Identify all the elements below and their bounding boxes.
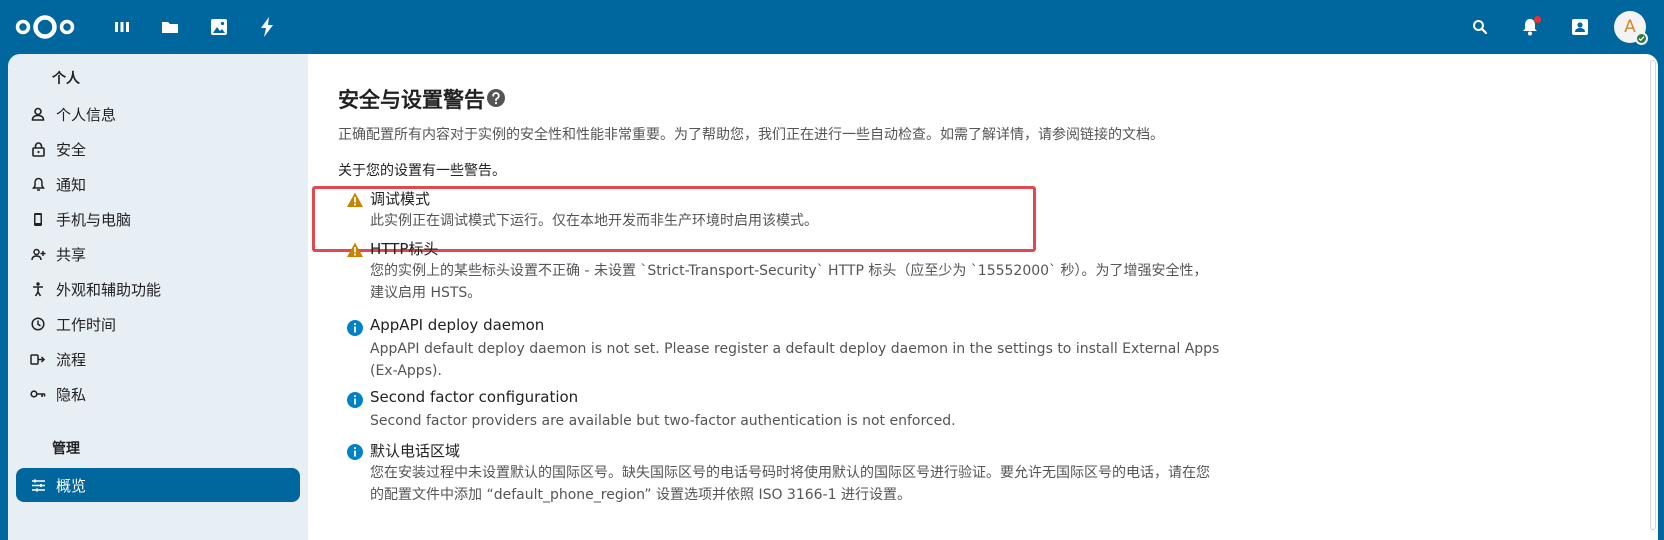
notification-dot-icon xyxy=(1534,16,1541,23)
bell-icon xyxy=(20,167,56,201)
phone-icon xyxy=(20,202,56,236)
check-title: Second factor configuration xyxy=(370,388,579,406)
sidebar-item-label: 个人信息 xyxy=(56,105,117,124)
nextcloud-logo-icon[interactable] xyxy=(14,13,76,41)
settings-sidebar: 个人 个人信息 安全 通知 手机与电脑 共享 外观和辅助功能 工作时间 流程 隐… xyxy=(8,54,308,540)
info-icon xyxy=(346,443,364,461)
sidebar-item-label: 流程 xyxy=(56,350,87,369)
avatar-letter: A xyxy=(1624,17,1636,37)
main-content: 安全与设置警告 正确配置所有内容对于实例的安全性和性能非常重要。为了帮助您，我们… xyxy=(308,54,1658,540)
sidebar-item-label: 通知 xyxy=(56,175,87,194)
contacts-icon[interactable] xyxy=(1566,13,1594,41)
sidebar-item-label: 隐私 xyxy=(56,385,87,404)
lock-icon xyxy=(20,132,56,166)
info-icon xyxy=(346,391,364,409)
sidebar-item-notifications[interactable]: 通知 xyxy=(16,167,300,201)
top-header: A xyxy=(0,0,1664,54)
bell-icon[interactable] xyxy=(1516,13,1544,41)
check-description: AppAPI default deploy daemon is not set.… xyxy=(370,341,1220,379)
sidebar-item-appearance[interactable]: 外观和辅助功能 xyxy=(16,272,300,306)
check-description: 您的实例上的某些标头设置不正确 - 未设置 `Strict-Transport-… xyxy=(370,263,1208,301)
check-title: 调试模式 xyxy=(370,190,431,208)
sidebar-item-label: 手机与电脑 xyxy=(56,210,132,229)
accessibility-icon xyxy=(20,272,56,306)
warnings-intro: 关于您的设置有一些警告。 xyxy=(338,163,506,179)
sidebar-item-security[interactable]: 安全 xyxy=(16,132,300,166)
sliders-icon xyxy=(20,468,56,502)
check-title: HTTP标头 xyxy=(370,240,439,258)
user-icon xyxy=(20,97,56,131)
share-icon xyxy=(20,237,56,271)
page-description: 正确配置所有内容对于实例的安全性和性能非常重要。为了帮助您，我们正在进行一些自动… xyxy=(338,127,1164,143)
sidebar-item-label: 共享 xyxy=(56,245,87,264)
warning-icon xyxy=(346,191,364,209)
search-icon[interactable] xyxy=(1466,13,1494,41)
check-description: 您在安装过程中未设置默认的国际区号。缺失国际区号的电话号码时将使用默认的国际区号… xyxy=(370,465,1210,503)
online-status-icon xyxy=(1635,32,1648,45)
dashboard-icon[interactable] xyxy=(108,13,136,41)
image-icon[interactable] xyxy=(205,13,233,41)
sidebar-item-working-hours[interactable]: 工作时间 xyxy=(16,307,300,341)
flow-icon xyxy=(20,342,56,376)
info-icon xyxy=(346,319,364,337)
check-description: 此实例正在调试模式下运行。仅在本地开发而非生产环境时启用该模式。 xyxy=(370,213,818,229)
check-title: AppAPI deploy daemon xyxy=(370,316,545,334)
help-icon[interactable] xyxy=(486,88,506,108)
personal-section-title: 个人 xyxy=(52,71,80,87)
sidebar-item-sharing[interactable]: 共享 xyxy=(16,237,300,271)
sidebar-item-overview[interactable]: 概览 xyxy=(16,468,300,502)
page-title: 安全与设置警告 xyxy=(338,88,485,112)
sidebar-item-flow[interactable]: 流程 xyxy=(16,342,300,376)
admin-section-title: 管理 xyxy=(52,441,80,457)
sidebar-item-mobile-desktop[interactable]: 手机与电脑 xyxy=(16,202,300,236)
clock-icon xyxy=(20,307,56,341)
sidebar-item-label: 工作时间 xyxy=(56,315,117,334)
warning-icon xyxy=(346,241,364,259)
avatar[interactable]: A xyxy=(1614,11,1648,45)
sidebar-item-label: 概览 xyxy=(56,476,87,495)
sidebar-item-label: 安全 xyxy=(56,140,87,159)
sidebar-item-personal-info[interactable]: 个人信息 xyxy=(16,97,300,131)
key-icon xyxy=(20,377,56,411)
check-description: Second factor providers are available bu… xyxy=(370,413,956,429)
scrollbar[interactable] xyxy=(1650,60,1656,530)
sidebar-item-label: 外观和辅助功能 xyxy=(56,280,162,299)
folder-icon[interactable] xyxy=(156,13,184,41)
check-title: 默认电话区域 xyxy=(370,442,461,460)
sidebar-item-privacy[interactable]: 隐私 xyxy=(16,377,300,411)
lightning-icon[interactable] xyxy=(253,13,281,41)
